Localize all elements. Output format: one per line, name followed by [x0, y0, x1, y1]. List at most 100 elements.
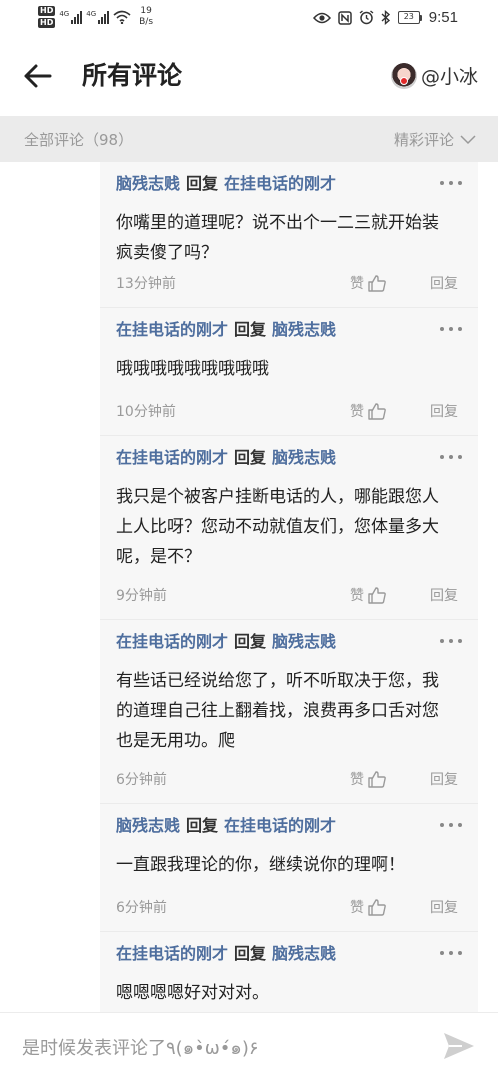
like-label: 赞: [350, 772, 364, 788]
more-options-button[interactable]: [440, 946, 462, 960]
comment-text: 有些话已经说给您了，听不听取决于您，我的道理自己往上翻着找，浪费再多口舌对您也是…: [116, 671, 439, 751]
avatar-badge: [399, 76, 408, 85]
like-label: 赞: [350, 900, 364, 916]
comment-author[interactable]: 脑残志贱: [116, 174, 180, 193]
reply-relation: 回复: [234, 944, 267, 963]
speed-value: 19: [140, 6, 152, 16]
hd-icon: HD: [38, 18, 56, 28]
reply-button[interactable]: 回复: [430, 585, 458, 605]
comment-item: 脑残志贱 回复 在挂电话的刚才 你嘴里的道理呢？说不出个一二三就开始装疯卖傻了吗？ …: [100, 162, 478, 308]
comment-author[interactable]: 在挂电话的刚才: [116, 632, 228, 651]
sort-dropdown[interactable]: 精彩评论: [394, 129, 476, 150]
status-bar: HD HD 4G 4G 19 B/s 23 9:51: [0, 0, 498, 36]
comment-item: 在挂电话的刚才 回复 脑残志贱 有些话已经说给您了，听不听取决于您，我的道理自己往上…: [100, 620, 478, 804]
back-arrow-icon: [24, 64, 52, 88]
like-button[interactable]: 赞: [350, 769, 386, 789]
comment-item: 在挂电话的刚才 回复 脑残志贱 我只是个被客户挂断电话的人，哪能跟您人上人比呀？您动…: [100, 436, 478, 620]
filter-bar: 全部评论（98） 精彩评论: [0, 116, 498, 162]
avatar[interactable]: [390, 62, 417, 89]
thumbs-up-icon: [368, 586, 386, 604]
back-button[interactable]: [20, 60, 56, 92]
reply-target[interactable]: 脑残志贱: [272, 632, 336, 651]
hd-badges: HD HD: [38, 6, 56, 28]
network-speed: 19 B/s: [139, 6, 153, 28]
reply-button[interactable]: 回复: [430, 769, 458, 789]
reply-relation: 回复: [234, 320, 267, 339]
comment-author[interactable]: 在挂电话的刚才: [116, 944, 228, 963]
comment-time: 6分钟前: [116, 772, 167, 788]
reply-target[interactable]: 在挂电话的刚才: [224, 174, 336, 193]
comment-text: 你嘴里的道理呢？说不出个一二三就开始装疯卖傻了吗？: [116, 213, 439, 263]
like-label: 赞: [350, 588, 364, 604]
comment-text: 哦哦哦哦哦哦哦哦哦: [116, 359, 269, 379]
hd-icon: HD: [38, 6, 56, 16]
reply-button[interactable]: 回复: [430, 273, 458, 293]
battery-level: 23: [397, 11, 420, 24]
app-header: 所有评论 @小冰: [0, 36, 498, 116]
reply-relation: 回复: [234, 632, 267, 651]
page-title: 所有评论: [82, 61, 183, 90]
comment-text: 我只是个被客户挂断电话的人，哪能跟您人上人比呀？您动不动就值友们，您体量多大呢，…: [116, 487, 439, 567]
send-icon: [444, 1033, 474, 1059]
comment-author[interactable]: 在挂电话的刚才: [116, 320, 228, 339]
comment-list[interactable]: 脑残志贱 回复 在挂电话的刚才 你嘴里的道理呢？说不出个一二三就开始装疯卖傻了吗？ …: [100, 162, 478, 1012]
more-options-button[interactable]: [440, 818, 462, 832]
reply-target[interactable]: 脑残志贱: [272, 944, 336, 963]
comment-author[interactable]: 脑残志贱: [116, 816, 180, 835]
thumbs-up-icon: [368, 898, 386, 916]
like-button[interactable]: 赞: [350, 401, 386, 421]
reply-target[interactable]: 在挂电话的刚才: [224, 816, 336, 835]
send-button[interactable]: [442, 1031, 476, 1061]
network-type-2: 4G: [86, 10, 97, 18]
alarm-icon: [359, 10, 374, 25]
comment-author[interactable]: 在挂电话的刚才: [116, 448, 228, 467]
all-comments-count: 全部评论（98）: [24, 131, 134, 149]
user-chip[interactable]: @小冰: [390, 62, 478, 89]
more-options-button[interactable]: [440, 450, 462, 464]
bluetooth-icon: [381, 10, 390, 25]
sort-label: 精彩评论: [393, 131, 454, 149]
reply-relation: 回复: [234, 448, 267, 467]
comment-header: 脑残志贱 回复 在挂电话的刚才: [116, 814, 336, 838]
like-button[interactable]: 赞: [350, 585, 386, 605]
reply-target[interactable]: 脑残志贱: [272, 448, 336, 467]
comment-text: 一直跟我理论的你，继续说你的理啊！: [116, 855, 405, 875]
comment-time: 6分钟前: [116, 900, 167, 916]
comment-text: 嗯嗯嗯嗯好对对对。: [116, 983, 269, 1003]
comment-item: 脑残志贱 回复 在挂电话的刚才 一直跟我理论的你，继续说你的理啊！ 6分钟前 赞 回…: [100, 804, 478, 932]
like-label: 赞: [350, 276, 364, 292]
comment-time: 10分钟前: [116, 404, 176, 420]
signal-icon: 4G: [86, 10, 110, 24]
comment-header: 在挂电话的刚才 回复 脑残志贱: [116, 942, 336, 966]
reply-button[interactable]: 回复: [430, 897, 458, 917]
comment-item: 在挂电话的刚才 回复 脑残志贱 哦哦哦哦哦哦哦哦哦 10分钟前 赞 回复: [100, 308, 478, 436]
wifi-icon: [113, 10, 131, 24]
speed-unit: B/s: [139, 17, 154, 27]
thumbs-up-icon: [368, 274, 386, 292]
comment-header: 在挂电话的刚才 回复 脑残志贱: [116, 318, 336, 342]
comment-header: 脑残志贱 回复 在挂电话的刚才: [116, 172, 336, 196]
comment-time: 9分钟前: [116, 588, 167, 604]
more-options-button[interactable]: [440, 634, 462, 648]
nfc-icon: [338, 10, 352, 25]
comment-input[interactable]: [22, 1031, 422, 1065]
like-button[interactable]: 赞: [350, 273, 386, 293]
comment-item: 在挂电话的刚才 回复 脑残志贱 嗯嗯嗯嗯好对对对。: [100, 932, 478, 1012]
eye-icon: [312, 12, 331, 23]
reply-target[interactable]: 脑残志贱: [272, 320, 336, 339]
reply-button[interactable]: 回复: [430, 401, 458, 421]
username[interactable]: @小冰: [421, 62, 478, 89]
network-type-1: 4G: [59, 10, 70, 18]
more-options-button[interactable]: [440, 322, 462, 336]
reply-relation: 回复: [186, 174, 219, 193]
like-button[interactable]: 赞: [350, 897, 386, 917]
status-right: 23 9:51: [312, 9, 458, 26]
comment-input-bar: [0, 1012, 498, 1080]
status-left: HD HD 4G 4G 19 B/s: [38, 6, 153, 28]
like-label: 赞: [350, 404, 364, 420]
chevron-down-icon: [460, 134, 476, 144]
more-options-button[interactable]: [440, 176, 462, 190]
signal-icon: 4G: [59, 10, 83, 24]
comment-header: 在挂电话的刚才 回复 脑残志贱: [116, 446, 336, 470]
thumbs-up-icon: [368, 770, 386, 788]
